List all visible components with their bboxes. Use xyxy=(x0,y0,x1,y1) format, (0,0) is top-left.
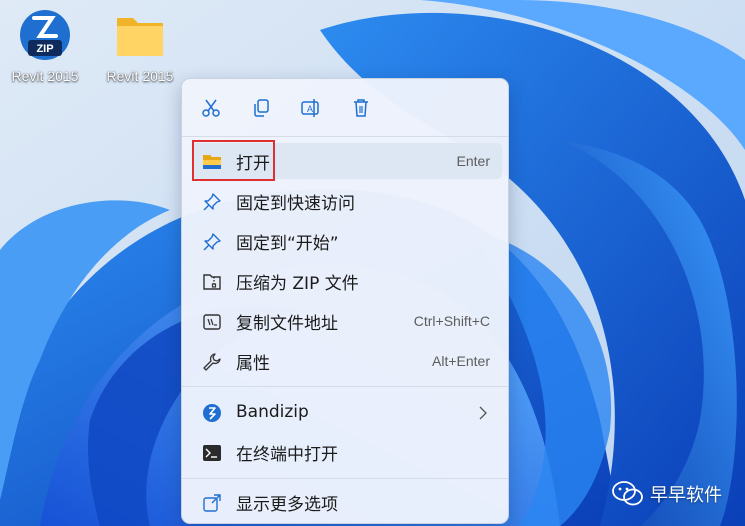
rename-icon: A xyxy=(301,99,319,117)
menu-item-label: 属性 xyxy=(236,353,270,374)
desktop-icon-label: Revit 2015 xyxy=(11,68,79,84)
folder-icon xyxy=(117,18,163,56)
menu-item-label: Bandizip xyxy=(236,402,309,422)
separator xyxy=(182,386,508,387)
svg-text:A: A xyxy=(307,104,313,114)
watermark-text: 早早软件 xyxy=(650,485,722,506)
rename-button[interactable]: A xyxy=(296,93,326,123)
shortcut-text: Alt+Enter xyxy=(432,353,490,369)
bandizip-icon xyxy=(202,403,222,423)
separator xyxy=(182,478,508,479)
share-icon xyxy=(202,493,222,513)
menu-item-compress-zip[interactable]: 压缩为 ZIP 文件 xyxy=(192,263,502,299)
shortcut-text: Enter xyxy=(456,153,490,169)
menu-item-pin-start[interactable]: 固定到“开始” xyxy=(192,223,502,259)
cut-button[interactable] xyxy=(196,93,226,123)
menu-item-label: 显示更多选项 xyxy=(236,494,338,515)
menu-item-label: 固定到快速访问 xyxy=(236,193,355,214)
pin-icon xyxy=(202,232,222,252)
menu-item-label: 复制文件地址 xyxy=(236,313,338,334)
desktop-icon-label: Revit 2015 xyxy=(106,68,174,84)
desktop-icon-zip[interactable]: ZIP Revit 2015 xyxy=(2,6,88,84)
shortcut-text: Ctrl+Shift+C xyxy=(413,313,490,329)
menu-item-copy-path[interactable]: 复制文件地址 Ctrl+Shift+C xyxy=(192,303,502,339)
copy-path-icon xyxy=(202,312,222,332)
terminal-icon xyxy=(202,443,222,463)
cut-icon xyxy=(202,99,220,117)
chevron-right-icon xyxy=(478,405,488,424)
context-toolbar: A xyxy=(182,79,508,135)
menu-item-label: 固定到“开始” xyxy=(236,233,339,254)
separator xyxy=(182,136,508,137)
menu-item-label: 压缩为 ZIP 文件 xyxy=(236,273,359,294)
menu-item-label: 在终端中打开 xyxy=(236,444,338,465)
menu-item-pin-quick-access[interactable]: 固定到快速访问 xyxy=(192,183,502,219)
desktop-icon-folder[interactable]: Revit 2015 xyxy=(97,6,183,84)
menu-item-open-terminal[interactable]: 在终端中打开 xyxy=(192,434,502,470)
pin-icon xyxy=(202,192,222,212)
highlight-box xyxy=(192,140,275,181)
menu-item-show-more-options[interactable]: 显示更多选项 xyxy=(192,484,502,520)
zip-archive-icon: ZIP xyxy=(20,10,70,60)
copy-icon xyxy=(254,99,269,117)
delete-button[interactable] xyxy=(346,93,376,123)
copy-button[interactable] xyxy=(246,93,276,123)
menu-item-bandizip[interactable]: Bandizip xyxy=(192,394,502,430)
wechat-icon xyxy=(612,481,643,506)
wrench-icon xyxy=(202,352,222,372)
zip-folder-icon xyxy=(202,272,222,292)
svg-text:ZIP: ZIP xyxy=(36,43,53,55)
delete-icon xyxy=(354,99,368,117)
watermark: 早早软件 xyxy=(612,480,722,508)
menu-item-properties[interactable]: 属性 Alt+Enter xyxy=(192,343,502,379)
